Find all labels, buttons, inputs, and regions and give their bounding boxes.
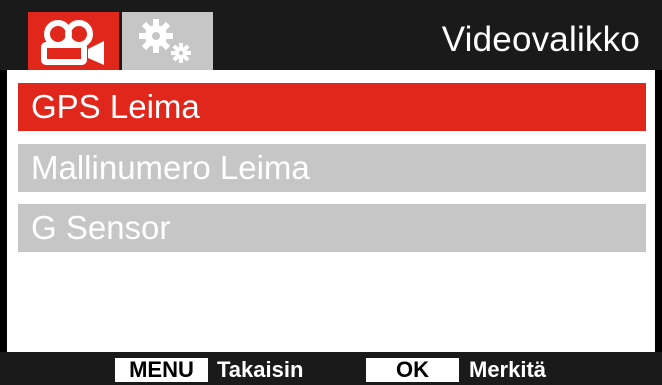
menu-panel: GPS Leima Mallinumero Leima G Sensor: [7, 70, 655, 352]
dashcam-screen: Videovalikko GPS Leima Mallinumero Leima…: [0, 0, 662, 385]
ok-key-action: Merkitä: [469, 357, 547, 382]
page-title: Videovalikko: [441, 20, 640, 59]
menu-item-g-sensor[interactable]: G Sensor: [18, 204, 646, 252]
menu-item-model-number-stamp[interactable]: Mallinumero Leima: [18, 144, 646, 192]
tab-settings[interactable]: [122, 12, 213, 70]
header-bar: Videovalikko: [0, 0, 662, 70]
video-camera-icon: [41, 20, 104, 65]
menu-key-action: Takaisin: [217, 357, 304, 382]
ok-key-badge[interactable]: OK: [366, 358, 459, 382]
menu-item-gps-stamp[interactable]: GPS Leima: [18, 83, 646, 131]
footer-bar: MENU Takaisin OK Merkitä: [0, 352, 662, 385]
gears-icon: [139, 19, 191, 63]
tab-video[interactable]: [28, 12, 119, 70]
menu-key-badge[interactable]: MENU: [115, 358, 208, 382]
